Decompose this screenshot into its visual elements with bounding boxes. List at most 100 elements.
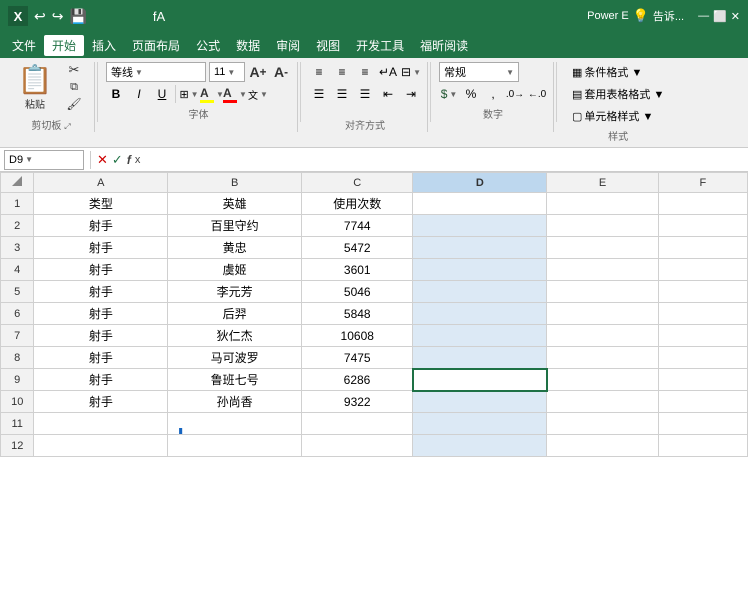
cell-b5[interactable]: 李元芳 bbox=[168, 281, 302, 303]
col-header-f[interactable]: F bbox=[658, 173, 747, 193]
cell-b3[interactable]: 黄忠 bbox=[168, 237, 302, 259]
cell-c2[interactable]: 7744 bbox=[302, 215, 413, 237]
cell-b7[interactable]: 狄仁杰 bbox=[168, 325, 302, 347]
row-header-2[interactable]: 2 bbox=[1, 215, 34, 237]
cell-e6[interactable] bbox=[547, 303, 658, 325]
redo-icon[interactable]: ↪ bbox=[52, 8, 64, 25]
cell-a11[interactable] bbox=[34, 413, 168, 435]
cell-d7[interactable] bbox=[413, 325, 547, 347]
menu-review[interactable]: 审阅 bbox=[268, 35, 308, 56]
comma-btn[interactable]: , bbox=[483, 84, 503, 104]
border-button[interactable]: ⊞▼ bbox=[179, 84, 199, 104]
restore-btn[interactable]: ⬜ bbox=[713, 10, 727, 23]
row-header-1[interactable]: 1 bbox=[1, 193, 34, 215]
cell-b2[interactable]: 百里守约 bbox=[168, 215, 302, 237]
decrease-indent-btn[interactable]: ⇤ bbox=[378, 84, 398, 104]
table-style-btn[interactable]: ▤ 套用表格格式 ▼ bbox=[565, 84, 671, 104]
cell-f4[interactable] bbox=[658, 259, 747, 281]
cell-f3[interactable] bbox=[658, 237, 747, 259]
cell-e11[interactable] bbox=[547, 413, 658, 435]
cell-b11[interactable]: ✛ bbox=[168, 413, 302, 435]
menu-developer[interactable]: 开发工具 bbox=[348, 35, 412, 56]
cell-b9[interactable]: 鲁班七号 bbox=[168, 369, 302, 391]
cell-b1[interactable]: 英雄 bbox=[168, 193, 302, 215]
cell-e10[interactable] bbox=[547, 391, 658, 413]
row-header-7[interactable]: 7 bbox=[1, 325, 34, 347]
cell-c11[interactable] bbox=[302, 413, 413, 435]
font-size-selector[interactable]: 11 ▼ bbox=[209, 62, 245, 82]
cell-d10[interactable] bbox=[413, 391, 547, 413]
cell-c9[interactable]: 6286 bbox=[302, 369, 413, 391]
row-header-9[interactable]: 9 bbox=[1, 369, 34, 391]
menu-home[interactable]: 开始 bbox=[44, 35, 84, 56]
warning-text[interactable]: 告诉... bbox=[653, 8, 684, 24]
row-header-3[interactable]: 3 bbox=[1, 237, 34, 259]
row-header-6[interactable]: 6 bbox=[1, 303, 34, 325]
cell-c4[interactable]: 3601 bbox=[302, 259, 413, 281]
cell-b6[interactable]: 后羿 bbox=[168, 303, 302, 325]
wen-button[interactable]: 文▼ bbox=[248, 84, 268, 104]
cell-c12[interactable] bbox=[302, 435, 413, 457]
fill-color-button[interactable]: A ▼ bbox=[202, 84, 222, 104]
cell-a2[interactable]: 射手 bbox=[34, 215, 168, 237]
underline-button[interactable]: U bbox=[152, 84, 172, 104]
close-btn[interactable]: ✕ bbox=[731, 10, 740, 23]
cell-c5[interactable]: 5046 bbox=[302, 281, 413, 303]
col-header-b[interactable]: B bbox=[168, 173, 302, 193]
cell-f9[interactable] bbox=[658, 369, 747, 391]
col-header-d[interactable]: D bbox=[413, 173, 547, 193]
cell-e9[interactable] bbox=[547, 369, 658, 391]
cell-a10[interactable]: 射手 bbox=[34, 391, 168, 413]
format-paint-button[interactable]: 🖌 bbox=[60, 96, 88, 112]
cell-e1[interactable] bbox=[547, 193, 658, 215]
conditional-format-btn[interactable]: ▦ 条件格式 ▼ bbox=[565, 62, 671, 82]
cell-a12[interactable] bbox=[34, 435, 168, 457]
cell-c8[interactable]: 7475 bbox=[302, 347, 413, 369]
row-header-4[interactable]: 4 bbox=[1, 259, 34, 281]
col-header-e[interactable]: E bbox=[547, 173, 658, 193]
cell-e3[interactable] bbox=[547, 237, 658, 259]
cell-d1[interactable] bbox=[413, 193, 547, 215]
cell-e7[interactable] bbox=[547, 325, 658, 347]
row-header-11[interactable]: 11 bbox=[1, 413, 34, 435]
menu-data[interactable]: 数据 bbox=[228, 35, 268, 56]
cell-b8[interactable]: 马可波罗 bbox=[168, 347, 302, 369]
copy-button[interactable]: ⧉ bbox=[60, 79, 88, 95]
italic-button[interactable]: I bbox=[129, 84, 149, 104]
cell-d12[interactable] bbox=[413, 435, 547, 457]
cell-f12[interactable] bbox=[658, 435, 747, 457]
paste-button[interactable]: 📋 粘贴 bbox=[14, 62, 56, 114]
row-header-8[interactable]: 8 bbox=[1, 347, 34, 369]
accounting-btn[interactable]: $▼ bbox=[439, 84, 459, 104]
decrease-font-button[interactable]: A- bbox=[271, 62, 291, 82]
cell-d9[interactable] bbox=[413, 369, 547, 391]
cell-d4[interactable] bbox=[413, 259, 547, 281]
cell-f5[interactable] bbox=[658, 281, 747, 303]
cell-f2[interactable] bbox=[658, 215, 747, 237]
cell-f8[interactable] bbox=[658, 347, 747, 369]
cell-f11[interactable] bbox=[658, 413, 747, 435]
cell-d11[interactable] bbox=[413, 413, 547, 435]
cell-d6[interactable] bbox=[413, 303, 547, 325]
menu-view[interactable]: 视图 bbox=[308, 35, 348, 56]
font-color-button[interactable]: A ▼ bbox=[225, 84, 245, 104]
lightbulb-icon[interactable]: 💡 bbox=[633, 8, 649, 24]
merge-btn[interactable]: ⊟▼ bbox=[401, 62, 421, 82]
wrap-text-btn[interactable]: ↵A bbox=[378, 62, 398, 82]
cell-c7[interactable]: 10608 bbox=[302, 325, 413, 347]
increase-font-button[interactable]: A+ bbox=[248, 62, 268, 82]
align-left-btn[interactable]: ☰ bbox=[309, 84, 329, 104]
cancel-formula-icon[interactable]: ✕ bbox=[97, 152, 108, 168]
percent-btn[interactable]: % bbox=[461, 84, 481, 104]
insert-function-icon[interactable]: f bbox=[127, 153, 131, 167]
menu-file[interactable]: 文件 bbox=[4, 35, 44, 56]
cell-d2[interactable] bbox=[413, 215, 547, 237]
number-format-selector[interactable]: 常规 ▼ bbox=[439, 62, 519, 82]
cell-c10[interactable]: 9322 bbox=[302, 391, 413, 413]
increase-decimal-btn[interactable]: .0→ bbox=[505, 84, 525, 104]
font-name-selector[interactable]: 等线 ▼ bbox=[106, 62, 206, 82]
align-center-btn[interactable]: ☰ bbox=[332, 84, 352, 104]
cell-e2[interactable] bbox=[547, 215, 658, 237]
row-header-12[interactable]: 12 bbox=[1, 435, 34, 457]
col-header-a[interactable]: A bbox=[34, 173, 168, 193]
